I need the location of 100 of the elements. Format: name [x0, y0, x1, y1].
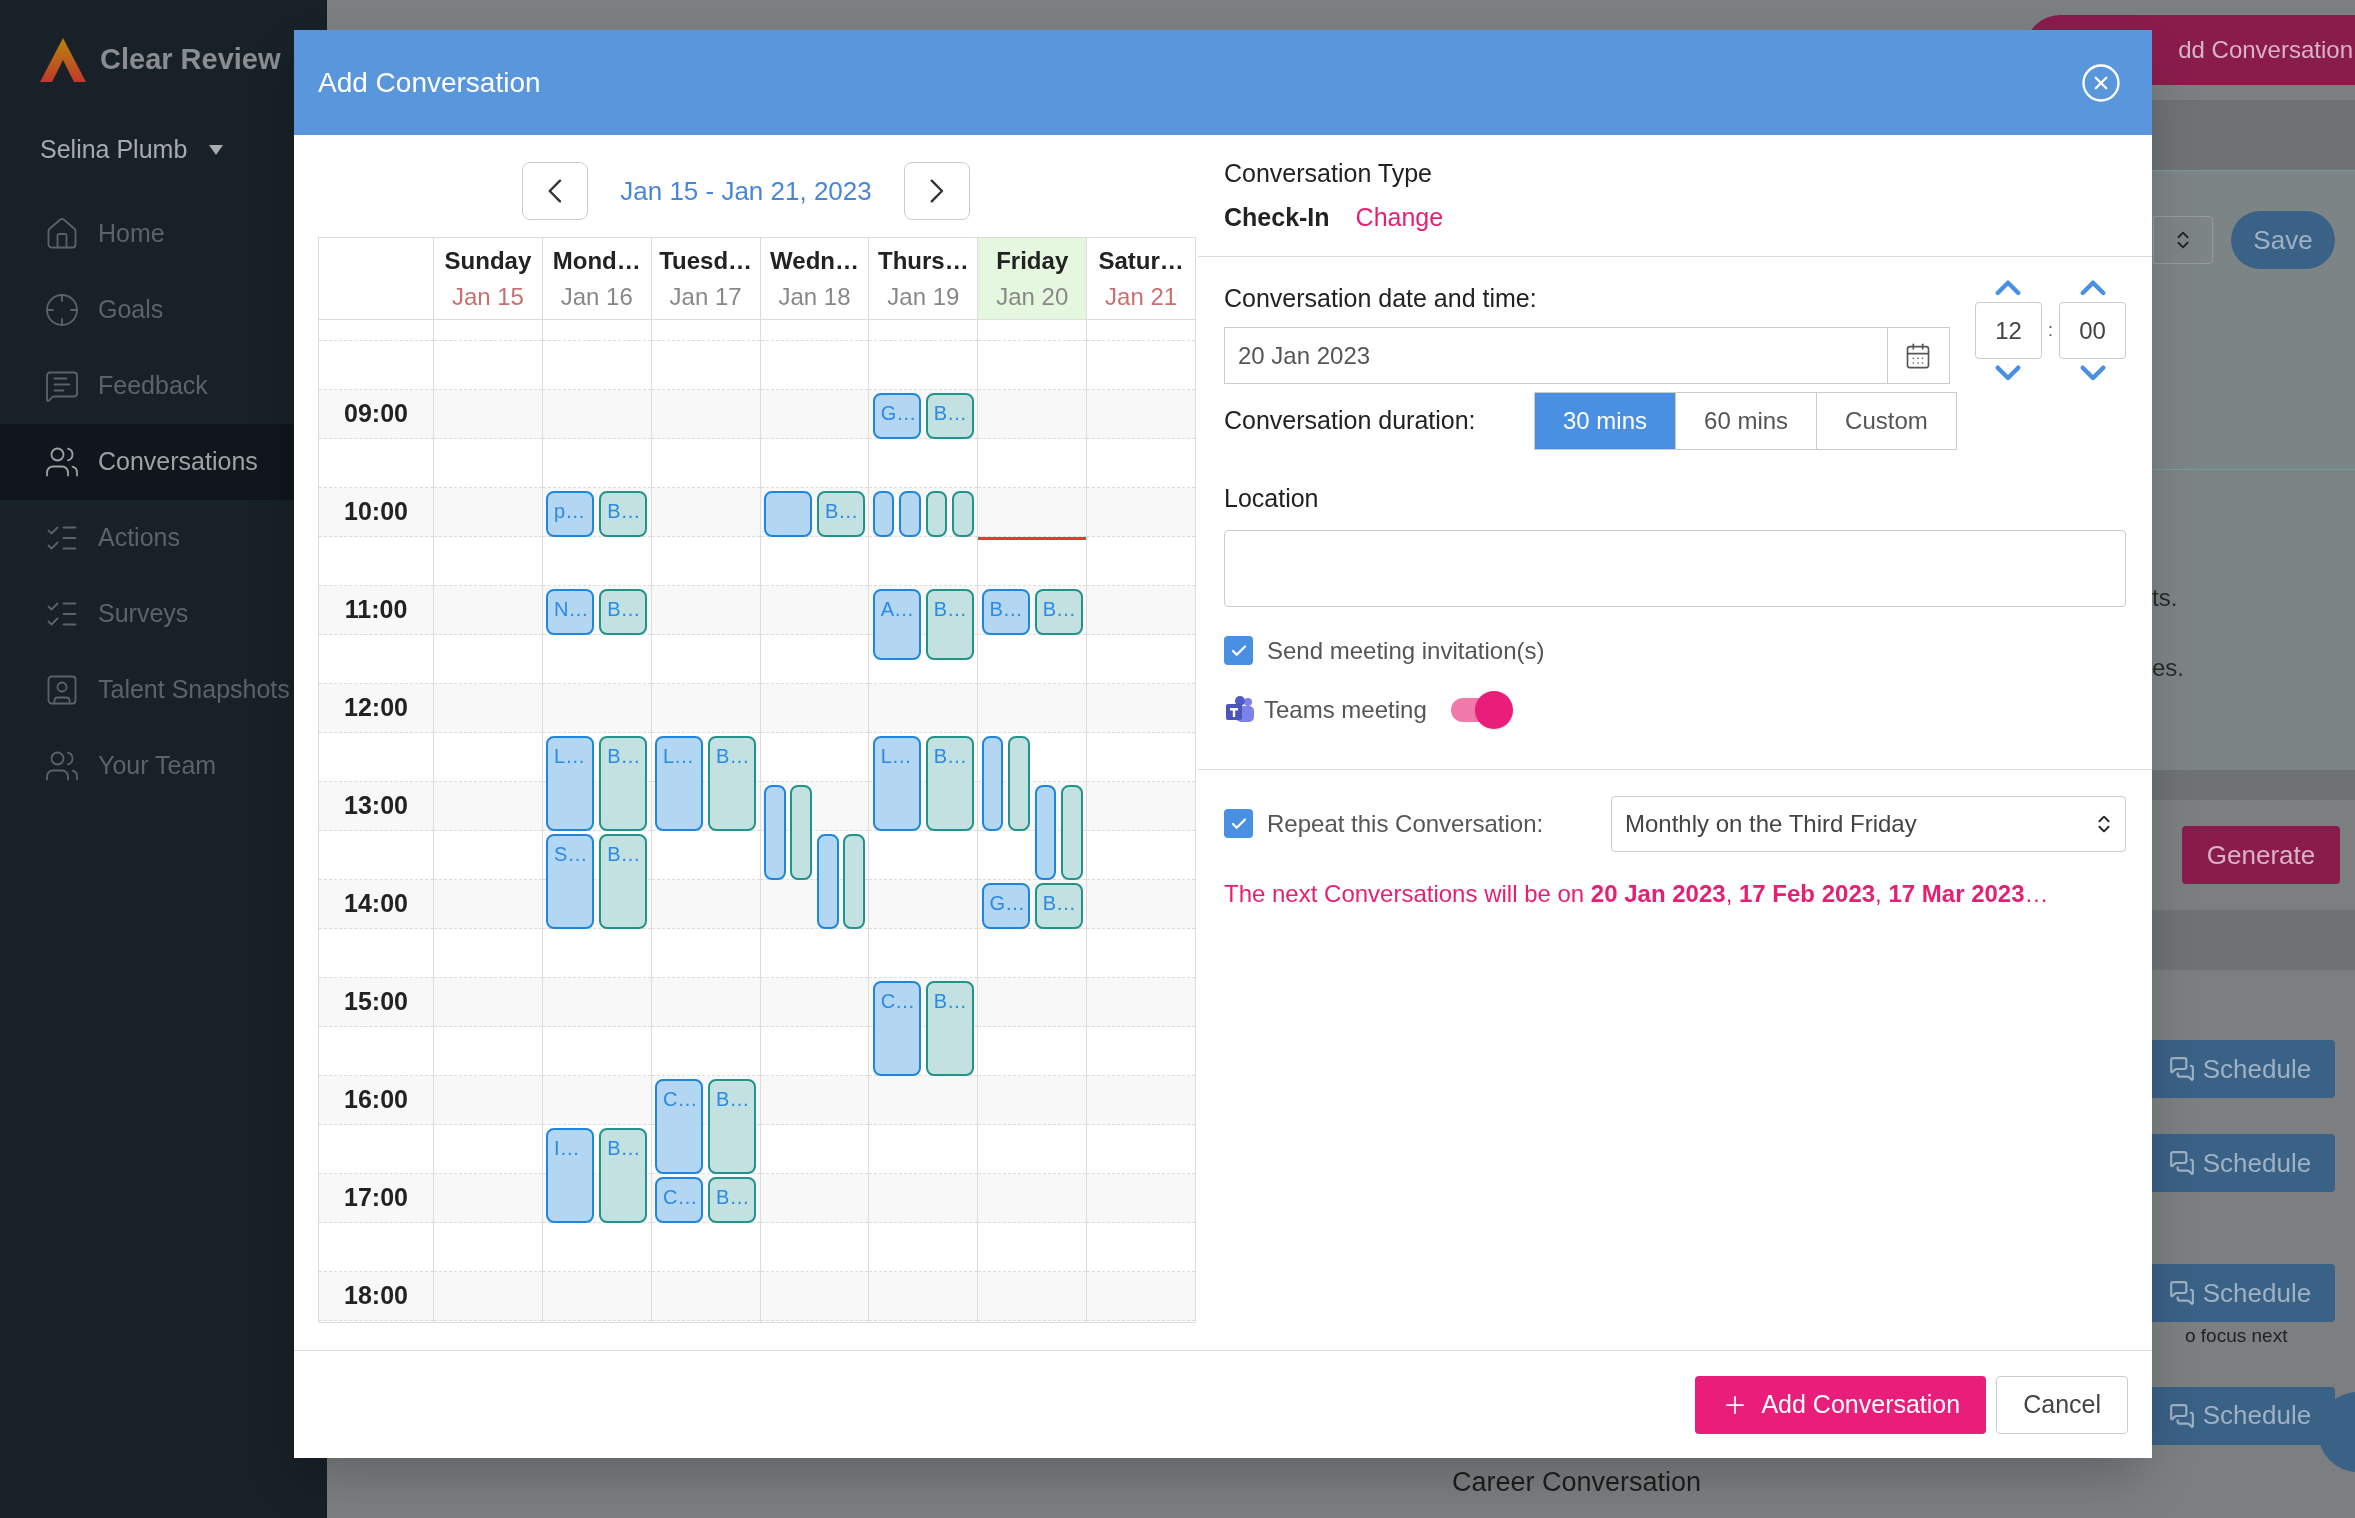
time-label: 09:00: [344, 398, 408, 430]
toggle-thumb[interactable]: [1474, 690, 1513, 729]
chat-icon: [2168, 1280, 2195, 1306]
event-block[interactable]: C…: [654, 1079, 704, 1174]
time-field[interactable]: 00: [2059, 302, 2126, 359]
day-name: Thurs…: [878, 245, 969, 276]
repeat-select[interactable]: Monthly on the Third Friday: [1611, 795, 2126, 852]
chat-icon: [2168, 1056, 2195, 1082]
time-field[interactable]: 12: [1975, 302, 2042, 359]
event-block[interactable]: B…: [599, 491, 648, 537]
checkbox-label: Repeat this Conversation:: [1267, 808, 1545, 839]
event-block[interactable]: B…: [599, 834, 648, 929]
event-block[interactable]: B…: [1034, 589, 1083, 635]
event-block[interactable]: L…: [872, 736, 921, 831]
event-block[interactable]: B…: [599, 589, 648, 635]
field-label: Location: [1224, 483, 1320, 514]
time-label: 12:00: [344, 692, 408, 724]
event-block[interactable]: [763, 785, 786, 880]
day-name: Satur…: [1098, 245, 1184, 276]
event-block[interactable]: A…: [872, 589, 921, 660]
event-block[interactable]: [843, 834, 866, 929]
day-name: Tuesd…: [659, 245, 753, 276]
nav-item[interactable]: Talent Snapshots: [0, 652, 327, 728]
chevron-down-icon: [2080, 366, 2105, 380]
nav-item[interactable]: Feedback: [0, 348, 327, 424]
day-date: Jan 20: [996, 281, 1069, 312]
event-block[interactable]: L…: [654, 736, 704, 831]
event-block[interactable]: B…: [925, 981, 975, 1076]
conversation-type: Check-In: [1224, 201, 1330, 233]
time-label: 10:00: [344, 496, 408, 528]
event-block[interactable]: S…: [546, 834, 595, 929]
day-name: Sunday: [444, 245, 532, 276]
location-field[interactable]: [1224, 529, 2126, 607]
generate-button[interactable]: Generate: [2182, 826, 2340, 884]
nav-item[interactable]: Home: [0, 196, 327, 272]
cancel-button[interactable]: Cancel: [1996, 1375, 2128, 1434]
event-block[interactable]: N…: [546, 589, 595, 635]
event-block[interactable]: B…: [1034, 883, 1083, 929]
event-block[interactable]: B…: [816, 491, 866, 537]
event-block[interactable]: B…: [708, 736, 757, 831]
change-link[interactable]: Change: [1355, 198, 1444, 236]
nav-icon: [44, 292, 80, 328]
event-block[interactable]: I…: [546, 1128, 595, 1223]
checkbox[interactable]: [1224, 809, 1253, 838]
next-dates-text: The next Conversations will be on 20 Jan 2023, 17 Feb 2023, 17 Mar 2023…: [1224, 878, 2050, 909]
time-label: 18:00: [344, 1280, 408, 1312]
save-button[interactable]: Save: [2231, 211, 2335, 269]
event-block[interactable]: [763, 491, 813, 537]
close-icon[interactable]: [2080, 61, 2122, 104]
event-block[interactable]: [1061, 785, 1083, 880]
event-block[interactable]: G…: [872, 393, 921, 439]
duration-option[interactable]: 30 mins: [1535, 393, 1676, 449]
field-label: Conversation date and time:: [1224, 282, 1538, 314]
toggle-label: Teams meeting: [1264, 694, 1427, 725]
event-block[interactable]: B…: [981, 589, 1030, 635]
hint-text: o focus next: [2185, 1324, 2289, 1348]
event-block[interactable]: [816, 834, 839, 929]
event-block[interactable]: C…: [654, 1177, 704, 1223]
event-block[interactable]: B…: [708, 1177, 757, 1223]
brand-name: Clear Review: [100, 42, 281, 78]
nav-item[interactable]: Surveys: [0, 576, 327, 652]
chevron-up-icon: [1996, 281, 2021, 295]
event-block[interactable]: C…: [872, 981, 921, 1076]
add-conversation-button[interactable]: Add Conversation: [1695, 1375, 1987, 1434]
day-date: Jan 19: [887, 281, 960, 312]
event-block[interactable]: B…: [599, 1128, 648, 1223]
day-date: Jan 15: [451, 281, 524, 312]
event-block[interactable]: [1008, 736, 1030, 831]
event-block[interactable]: p…: [546, 491, 595, 537]
checkbox-label: Send meeting invitation(s): [1267, 635, 1545, 666]
time-label: 17:00: [344, 1182, 408, 1214]
event-block[interactable]: [952, 491, 975, 537]
event-block[interactable]: B…: [925, 736, 975, 831]
chat-icon: [2168, 1150, 2195, 1176]
time-label: 15:00: [344, 986, 408, 1018]
nav-item[interactable]: Your Team: [0, 728, 327, 804]
caret-icon: [209, 145, 224, 155]
select-field[interactable]: [2153, 216, 2213, 264]
time-separator: :: [2048, 319, 2053, 342]
event-block[interactable]: L…: [546, 736, 595, 831]
previous-week-button[interactable]: [522, 162, 589, 220]
chevron-right-icon: [929, 179, 944, 203]
date-field[interactable]: 20 Jan 2023: [1224, 327, 1888, 384]
event-block[interactable]: B…: [599, 736, 648, 831]
day-name: Mond…: [552, 245, 641, 276]
nav-item[interactable]: Goals: [0, 272, 327, 348]
calendar-button[interactable]: [1888, 327, 1950, 384]
day-name: Wedn…: [770, 245, 859, 276]
event-block[interactable]: [899, 491, 921, 537]
checkbox[interactable]: [1224, 636, 1253, 665]
event-block[interactable]: B…: [708, 1079, 757, 1174]
nav-item[interactable]: Actions: [0, 500, 327, 576]
event-block[interactable]: [790, 785, 813, 880]
day-name: Friday: [996, 245, 1069, 276]
time-label: 13:00: [344, 790, 408, 822]
chevron-up-icon: [2080, 281, 2105, 295]
event-block[interactable]: B…: [925, 589, 975, 660]
text-fragment: es.: [2152, 653, 2185, 683]
event-block[interactable]: G…: [981, 883, 1030, 929]
event-block[interactable]: B…: [925, 393, 975, 439]
